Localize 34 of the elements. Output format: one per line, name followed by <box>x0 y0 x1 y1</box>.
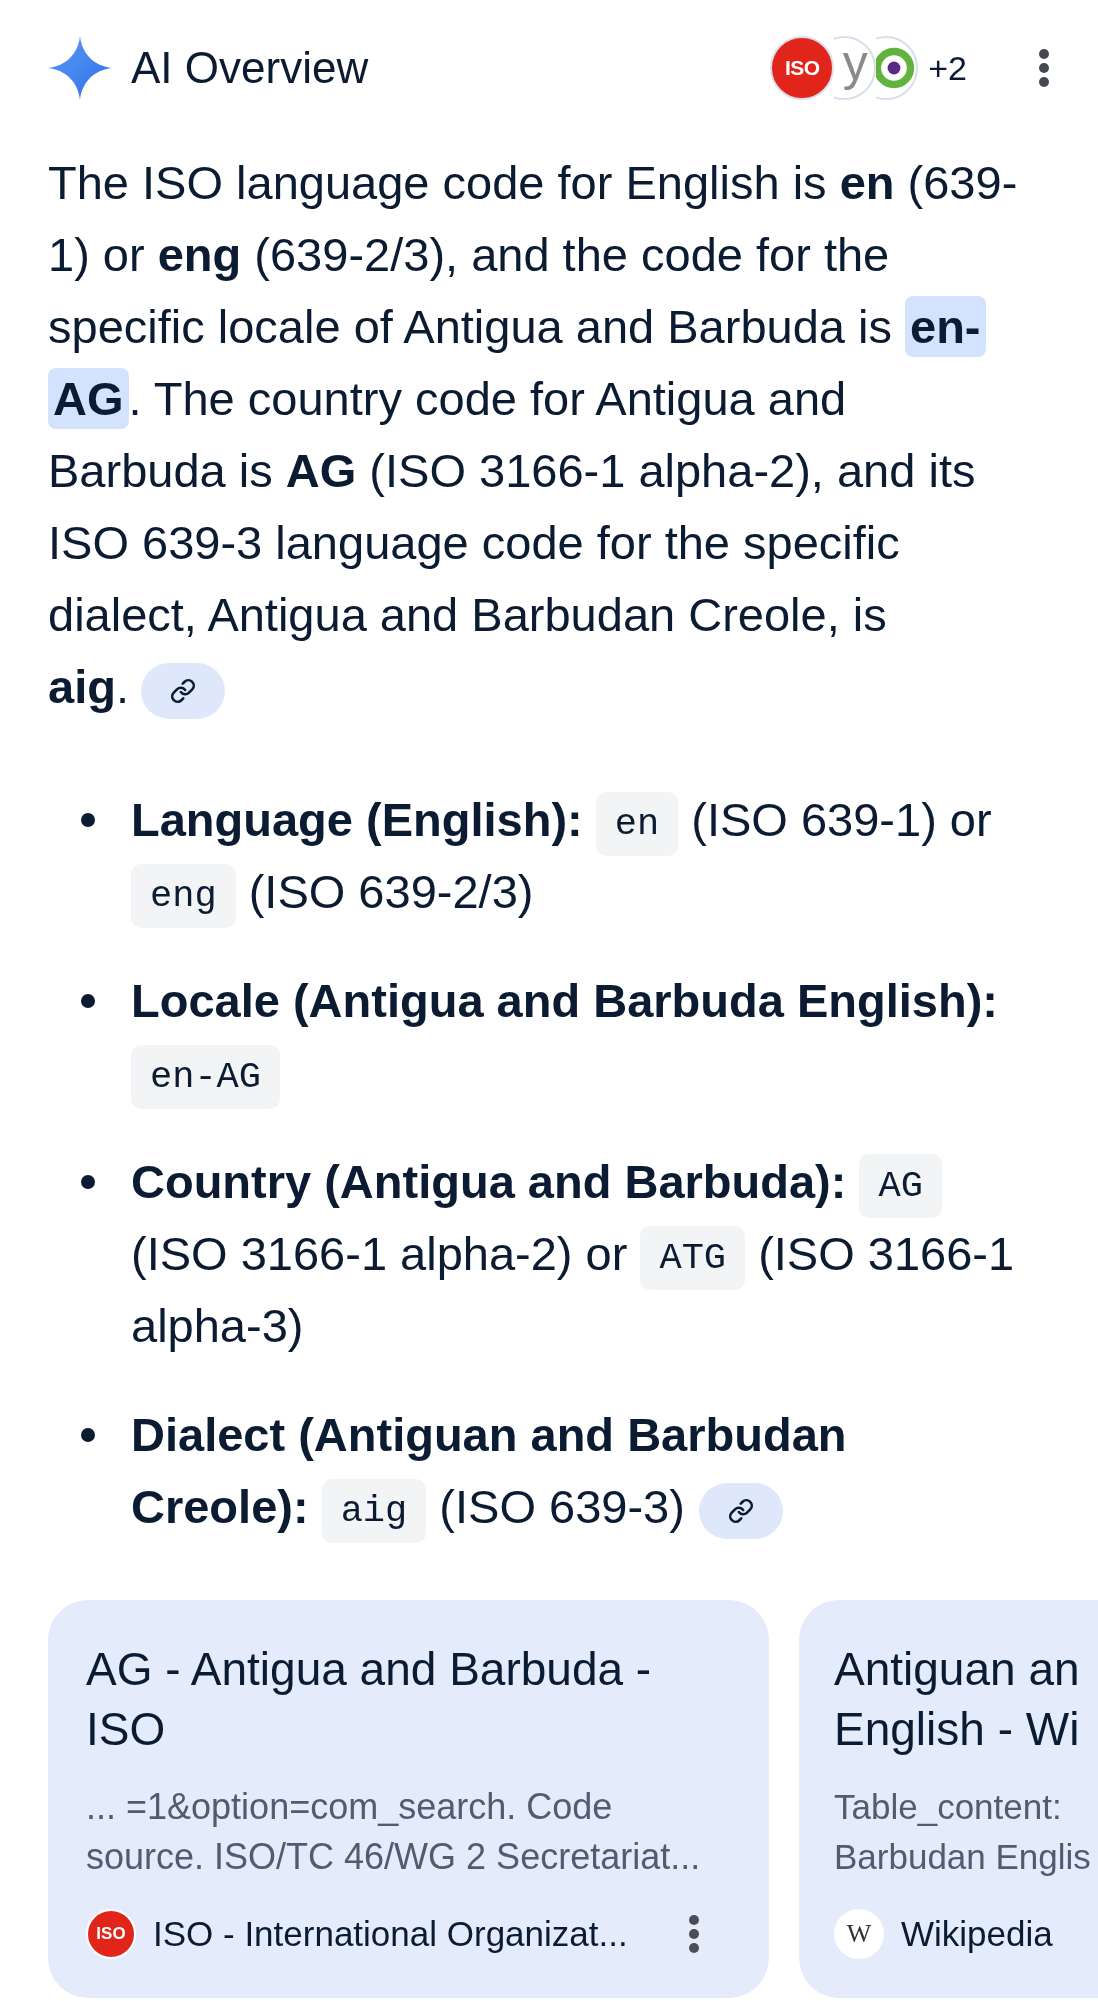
source-name: Wikipedia <box>901 1913 1053 1955</box>
more-sources-count[interactable]: +2 <box>928 48 967 88</box>
list-item-text: Country (Antigua and Barbuda): AG (ISO 3166-1 alpha-2) or ATG (ISO 3166-1 alpha-3) <box>131 1152 1016 1354</box>
card-snippet: Table_content: Barbudan Englis <box>834 1786 1092 1878</box>
bullet-icon <box>81 1175 95 1189</box>
list-item-text: Locale (Antigua and Barbuda English): en-AG <box>131 965 1024 1109</box>
bullet-icon <box>81 994 95 1008</box>
source-card[interactable]: AG - Antigua and Barbuda - ISO ... =1&option=com_search. Code source. ISO/TC 46/WG 2 Secretariat... ISO ISO - International Organizat... <box>48 1600 769 1998</box>
source-logo: ISO <box>86 1909 136 1959</box>
link-icon <box>727 1497 754 1524</box>
card-snippet: ... =1&option=com_search. Code source. ISO/TC 46/WG 2 Secretariat... <box>86 1785 702 1879</box>
inline-code: en <box>595 791 679 856</box>
more-icon <box>1039 49 1049 87</box>
inline-code: ATG <box>640 1225 746 1290</box>
bullet-icon <box>81 813 95 827</box>
inline-code: aig <box>321 1478 427 1543</box>
list-item-text: Dialect (Antiguan and Barbudan Creole): aig (ISO 639-3) <box>131 1399 1024 1543</box>
overview-title: AI Overview <box>131 42 369 94</box>
source-logo-icon[interactable] <box>876 36 919 100</box>
inline-code: en-AG <box>131 1044 281 1109</box>
more-icon <box>689 1915 699 1953</box>
list-item-text: Language (English): en (ISO 639-1) or eng (ISO 639-2/3) <box>131 784 1024 928</box>
sparkle-icon <box>48 36 112 100</box>
card-title: AG - Antigua and Barbuda - ISO <box>86 1642 653 1757</box>
inline-code: AG <box>859 1153 942 1218</box>
source-name: ISO - International Organizat... <box>153 1913 628 1955</box>
bullet-icon <box>81 1428 95 1442</box>
source-logo[interactable]: ISO <box>770 36 835 100</box>
summary-text: The ISO language code for English is en (639-1) or eng (639-2/3), and the code for the specific locale of Antigua and Barbuda is en-AG. The country code for Antigua and Barbuda is AG (ISO 3166-1 alpha-2), and its ISO 639-3 language code for the specific dialect, Antigua and Barbudan Creole, is aig. <box>0 147 1098 723</box>
source-card[interactable]: Antiguan an English - Wi Table_content: Barbudan Englis W Wikipedia <box>799 1600 1098 1998</box>
link-icon <box>170 677 196 704</box>
inline-code: eng <box>131 863 236 928</box>
card-title: Antiguan an English - Wi <box>834 1642 1081 1757</box>
source-logo: W <box>834 1909 884 1959</box>
